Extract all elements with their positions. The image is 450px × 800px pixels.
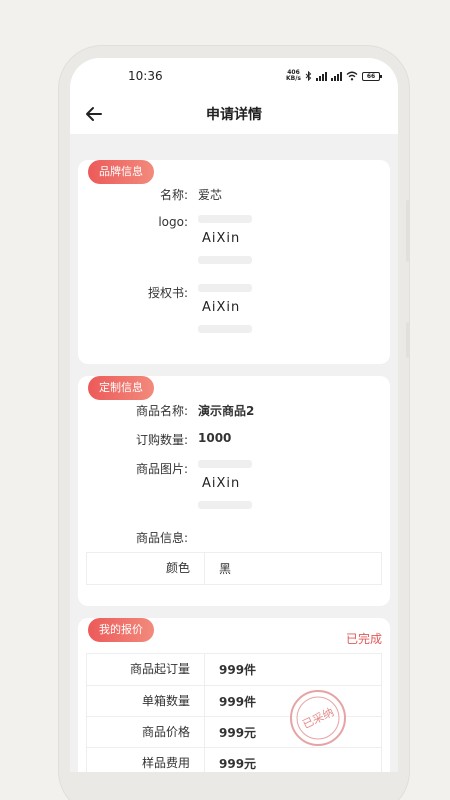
status-time: 10:36: [128, 69, 163, 83]
page-title: 申请详情: [206, 107, 262, 123]
net-speed: 406 KB/s: [286, 69, 301, 82]
back-arrow-icon[interactable]: [84, 104, 104, 124]
status-icons: 406 KB/s 66: [286, 69, 382, 82]
brand-info-card: 名称: 爱芯 logo: AiXin 授权书: AiXin: [78, 160, 390, 364]
brand-logo-image[interactable]: AiXin: [198, 215, 252, 264]
product-name-value: 演示商品2: [198, 404, 255, 418]
my-quote-section: 我的报价 已完成 商品起订量 999件 单箱数量 999件 商品价格 999元: [78, 618, 390, 772]
table-row: 样品费用 999元: [87, 747, 381, 772]
volume-button: [406, 200, 410, 262]
section-tag: 品牌信息: [88, 160, 154, 184]
signal-icon: [316, 71, 327, 81]
custom-info-section: 定制信息 商品名称: 演示商品2 订购数量: 1000 商品图片: AiXin: [78, 376, 390, 606]
brand-name-value: 爱芯: [198, 188, 223, 202]
wifi-icon: [346, 71, 358, 81]
app-screen: 10:36 406 KB/s 66 申请详情 品牌信息 名称: 爱芯 logo:…: [70, 58, 398, 772]
product-info-row: 商品信息:: [135, 531, 188, 545]
section-tag: 我的报价: [88, 618, 154, 642]
product-name-row: 商品名称: 演示商品2: [86, 402, 382, 419]
authorization-image[interactable]: AiXin: [198, 284, 252, 333]
order-qty-value: 1000: [198, 431, 232, 445]
status-bar: 10:36 406 KB/s 66: [70, 58, 398, 94]
adopted-stamp-icon: 已采纳: [290, 690, 346, 746]
content-area: 品牌信息 名称: 爱芯 logo: AiXin 授权书: AiXin 定制信息 …: [70, 134, 398, 772]
custom-info-card: 商品名称: 演示商品2 订购数量: 1000 商品图片: AiXin 商品信息:…: [78, 376, 390, 606]
brand-logo-row: logo: AiXin: [86, 215, 382, 272]
order-qty-row: 订购数量: 1000: [86, 431, 382, 448]
adopted-stamp: 已采纳: [288, 688, 348, 748]
authorization-row: 授权书: AiXin: [86, 284, 382, 341]
power-button: [406, 322, 410, 358]
bluetooth-icon: [305, 71, 312, 81]
brand-name-row: 名称: 爱芯: [86, 186, 382, 203]
signal-icon-2: [331, 71, 342, 81]
navigation-bar: 申请详情: [70, 94, 398, 134]
section-tag: 定制信息: [88, 376, 154, 400]
product-image[interactable]: AiXin: [198, 460, 252, 509]
battery-icon: 66: [362, 71, 382, 81]
product-image-row: 商品图片: AiXin: [86, 460, 382, 517]
brand-info-section: 品牌信息 名称: 爱芯 logo: AiXin 授权书: AiXin: [78, 160, 390, 364]
table-row: 商品起订量 999件: [87, 654, 381, 685]
product-attr-table: 颜色 黑: [86, 552, 382, 585]
table-row: 颜色 黑: [87, 553, 381, 584]
